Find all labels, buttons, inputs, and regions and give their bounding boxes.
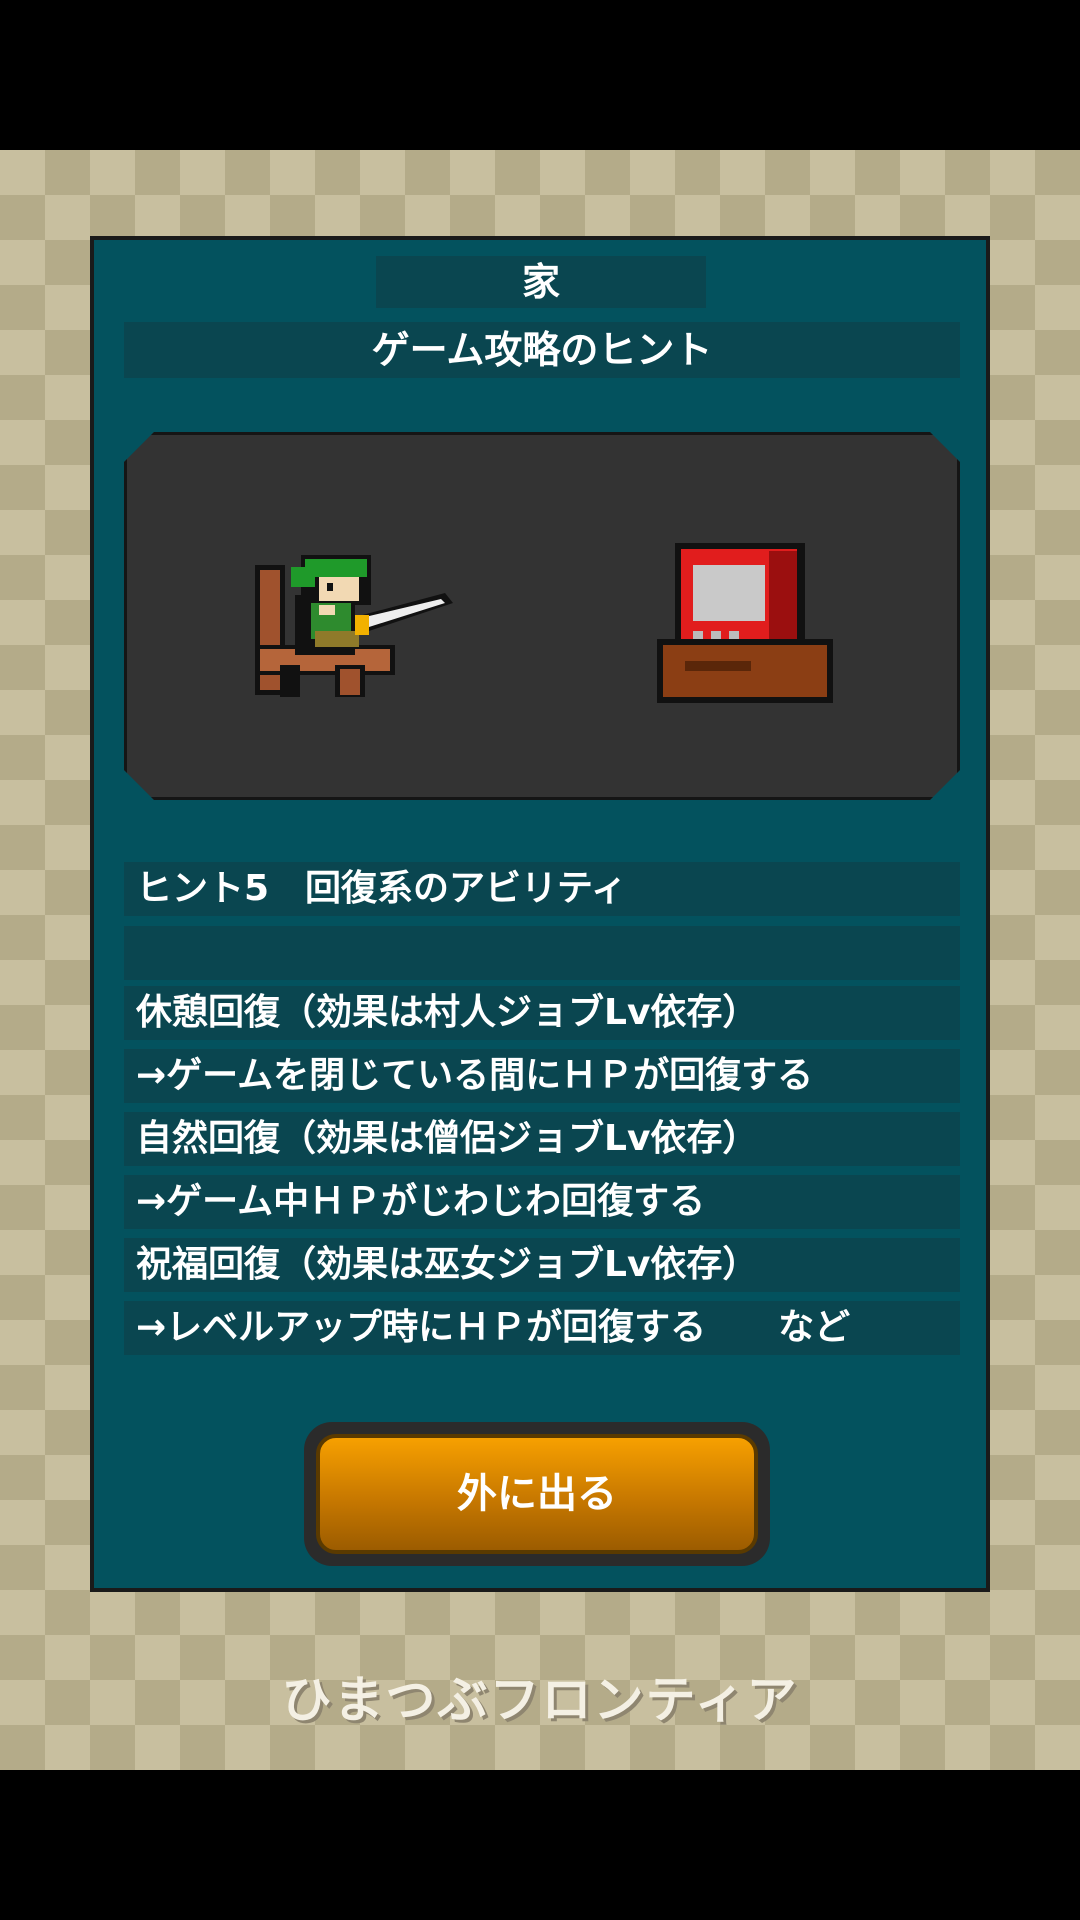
hint-line-4: →ゲーム中ＨＰがじわじわ回復する — [124, 1175, 960, 1229]
exit-button[interactable]: 外に出る — [304, 1422, 770, 1566]
computer-icon — [657, 543, 837, 703]
game-logo: ひまつぶフロンティア — [281, 1671, 799, 1729]
hero-sprite-icon — [255, 545, 455, 705]
hint-line-2: →ゲームを閉じている間にＨＰが回復する — [124, 1049, 960, 1103]
game-screen: 家 ゲーム攻略のヒント ヒント5 回復系のアビリティ 休憩回復（効果は村人ジョブ… — [0, 0, 1080, 1920]
house-panel: 家 ゲーム攻略のヒント ヒント5 回復系のアビリティ 休憩回復（効果は村人ジョブ… — [90, 236, 990, 1592]
hint-screen-title: ゲーム攻略のヒント — [124, 322, 960, 378]
hint-line-6: →レベルアップ時にＨＰが回復する など — [124, 1301, 960, 1355]
scene-frame — [124, 432, 960, 800]
location-title: 家 — [376, 256, 706, 308]
exit-button-label: 外に出る — [316, 1434, 758, 1554]
hint-blank-row — [124, 926, 960, 980]
hint-line-3: 自然回復（効果は僧侶ジョブLv依存） — [124, 1112, 960, 1166]
hint-line-1: 休憩回復（効果は村人ジョブLv依存） — [124, 986, 960, 1040]
hint-line-5: 祝福回復（効果は巫女ジョブLv依存） — [124, 1238, 960, 1292]
hint-title: ヒント5 回復系のアビリティ — [124, 862, 960, 916]
bottom-bar — [0, 1770, 1080, 1920]
